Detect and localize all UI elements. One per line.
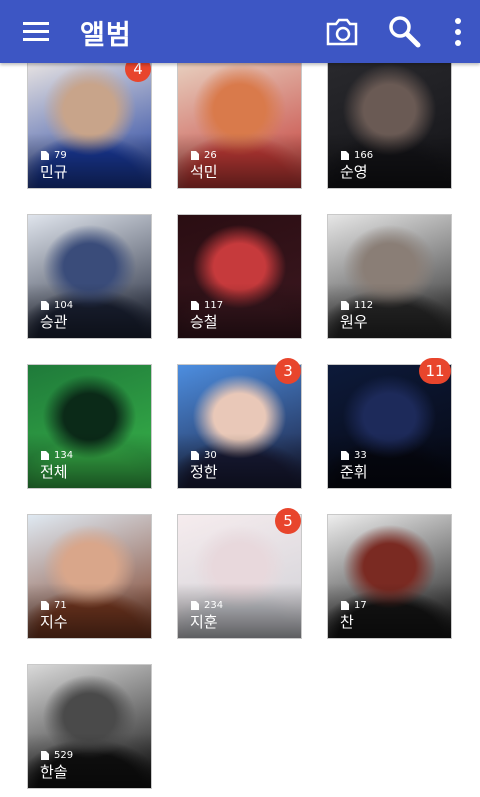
more-vert-icon[interactable]	[438, 12, 478, 52]
page-title: 앨범	[80, 20, 132, 51]
album-tile[interactable]: 26 석민	[177, 52, 302, 189]
photo-count: 112	[341, 300, 373, 311]
document-icon	[41, 151, 49, 160]
app-bar: 앨범	[0, 0, 480, 63]
album-grid: 79 민규 4 26 석민 166 순영 104 승관 117 승철 112 원우 134 전체 30 정한 3 3…	[0, 0, 480, 797]
album-name: 원우	[340, 313, 368, 331]
album-name: 민규	[40, 163, 68, 181]
photo-count: 117	[191, 300, 223, 311]
album-tile[interactable]: 71 지수	[27, 514, 152, 639]
album-name: 준휘	[340, 463, 368, 481]
photo-count-value: 17	[354, 600, 367, 611]
document-icon	[41, 451, 49, 460]
photo-count: 529	[41, 750, 73, 761]
photo-count: 30	[191, 450, 217, 461]
photo-count: 26	[191, 150, 217, 161]
album-tile[interactable]: 166 순영	[327, 52, 452, 189]
document-icon	[191, 601, 199, 610]
photo-count-value: 104	[54, 300, 74, 311]
document-icon	[341, 451, 349, 460]
photo-count: 79	[41, 150, 67, 161]
photo-count-value: 112	[354, 300, 374, 311]
document-icon	[41, 601, 49, 610]
document-icon	[41, 301, 49, 310]
photo-count-value: 166	[354, 150, 374, 161]
new-items-badge: 3	[275, 358, 301, 384]
document-icon	[191, 451, 199, 460]
album-tile[interactable]: 134 전체	[27, 364, 152, 489]
album-name: 정한	[190, 463, 218, 481]
photo-count: 134	[41, 450, 73, 461]
album-tile[interactable]: 529 한솔	[27, 664, 152, 789]
photo-count-value: 529	[54, 750, 74, 761]
photo-count: 17	[341, 600, 367, 611]
new-items-badge: 11	[419, 358, 451, 384]
photo-count-value: 26	[204, 150, 217, 161]
photo-count-value: 30	[204, 450, 217, 461]
album-name: 순영	[340, 163, 368, 181]
photo-count-value: 134	[54, 450, 74, 461]
search-icon[interactable]	[384, 12, 424, 52]
album-name: 승철	[190, 313, 218, 331]
album-tile[interactable]: 117 승철	[177, 214, 302, 339]
album-name: 석민	[190, 163, 218, 181]
album-name: 찬	[340, 613, 354, 631]
new-items-badge: 5	[275, 508, 301, 534]
photo-count: 104	[41, 300, 73, 311]
album-tile[interactable]: 17 찬	[327, 514, 452, 639]
camera-icon[interactable]	[322, 12, 362, 52]
photo-count: 166	[341, 150, 373, 161]
document-icon	[191, 151, 199, 160]
photo-count-value: 71	[54, 600, 67, 611]
photo-count: 71	[41, 600, 67, 611]
album-tile[interactable]: 104 승관	[27, 214, 152, 339]
document-icon	[191, 301, 199, 310]
document-icon	[341, 301, 349, 310]
album-name: 지훈	[190, 613, 218, 631]
photo-count-value: 79	[54, 150, 67, 161]
album-name: 한솔	[40, 763, 68, 781]
photo-count: 234	[191, 600, 223, 611]
photo-count-value: 33	[354, 450, 367, 461]
photo-count-value: 117	[204, 300, 224, 311]
album-name: 지수	[40, 613, 68, 631]
photo-count: 33	[341, 450, 367, 461]
album-name: 전체	[40, 463, 68, 481]
document-icon	[341, 601, 349, 610]
document-icon	[341, 151, 349, 160]
album-name: 승관	[40, 313, 68, 331]
photo-count-value: 234	[204, 600, 224, 611]
document-icon	[41, 751, 49, 760]
menu-icon[interactable]	[23, 19, 51, 43]
album-tile[interactable]: 112 원우	[327, 214, 452, 339]
